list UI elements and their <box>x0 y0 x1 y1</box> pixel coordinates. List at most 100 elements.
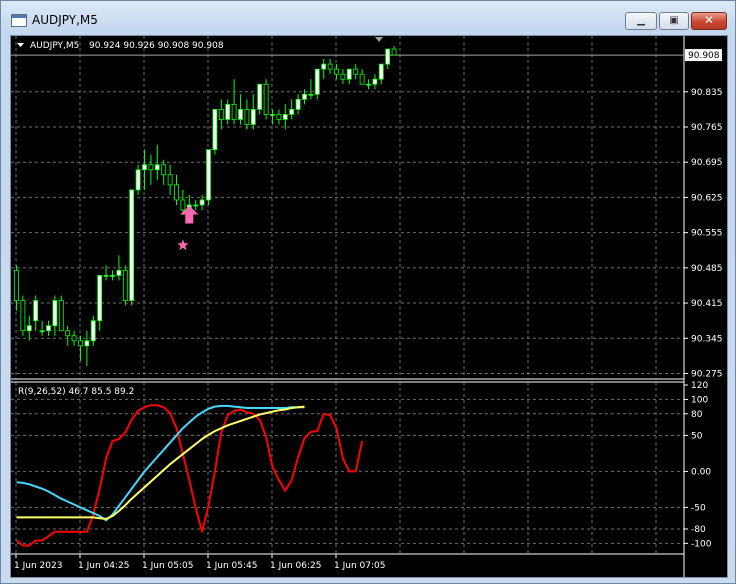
oscillator-tick-label: -100 <box>691 539 712 549</box>
bull-candle <box>39 330 45 333</box>
close-button[interactable]: ✕ <box>691 12 727 30</box>
bear-candle <box>14 269 19 301</box>
bull-candle <box>372 78 378 85</box>
bull-candle <box>378 63 384 80</box>
bull-candle <box>282 114 288 120</box>
bull-candle <box>346 68 352 80</box>
bear-candle <box>244 108 250 125</box>
bull-candle <box>289 108 295 115</box>
last-price-value: 90.908 <box>688 51 720 61</box>
price-tick-label: 90.275 <box>691 369 723 379</box>
bull-candle <box>33 300 39 322</box>
oscillator-tick-label: 80 <box>691 410 703 420</box>
time-tick-label: 1 Jun 06:25 <box>270 561 321 571</box>
time-tick-label: 1 Jun 05:05 <box>142 561 193 571</box>
bull-candle <box>302 93 307 100</box>
oscillator-tick-label: -80 <box>691 525 706 535</box>
maximize-icon: ▣ <box>669 15 679 26</box>
price-tick-label: 90.345 <box>691 334 723 344</box>
time-tick-label: 1 Jun 04:25 <box>78 561 129 571</box>
bear-candle <box>58 300 64 332</box>
oscillator-tick-label: 0.00 <box>691 467 711 477</box>
bull-candle <box>154 164 160 171</box>
bear-candle <box>20 300 26 332</box>
bull-candle <box>212 108 218 151</box>
signals <box>177 205 199 251</box>
bull-candle <box>238 108 243 120</box>
minimize-icon: ▁ <box>637 15 645 26</box>
bull-candle <box>52 300 58 327</box>
bear-candle <box>78 340 83 347</box>
bull-candle <box>250 108 256 125</box>
time-tick-label: 1 Jun 05:45 <box>206 561 257 571</box>
bull-candle <box>142 164 147 171</box>
window-title: AUDJPY,M5 <box>32 13 98 27</box>
bull-candle <box>308 93 314 96</box>
indicator-label: R(9,26,52) 46.7 85.5 89.2 <box>18 387 134 397</box>
bull-candle <box>97 274 103 322</box>
oscillator-tick-label: -50 <box>691 503 706 513</box>
bear-candle <box>263 83 269 115</box>
bull-candle <box>257 83 263 110</box>
price-tick-label: 90.555 <box>691 229 723 239</box>
price-tick-label: 90.485 <box>691 264 723 274</box>
candles <box>14 46 397 366</box>
bear-candle <box>161 164 167 176</box>
bull-candle <box>199 199 205 206</box>
chart-shift-marker[interactable] <box>375 37 383 42</box>
bull-candle <box>225 103 231 120</box>
symbol-dropdown-icon[interactable] <box>17 43 24 47</box>
bear-candle <box>334 68 339 75</box>
bull-candle <box>193 204 199 207</box>
time-axis-labels: 1 Jun 2023 1 Jun 04:25 1 Jun 05:05 1 Jun 05… <box>14 554 385 571</box>
bull-candle <box>26 325 32 332</box>
bear-candle <box>391 48 397 56</box>
bull-candle <box>46 325 51 332</box>
bear-candle <box>231 103 237 120</box>
price-tick-label: 90.835 <box>691 88 723 98</box>
symbol-label: AUDJPY,M5 <box>30 41 79 51</box>
bull-candle <box>270 114 275 116</box>
oscillator-tick-label: 50 <box>691 431 703 441</box>
ohlc-values: 90.924 90.926 90.908 90.908 <box>89 41 224 51</box>
bear-candle <box>71 335 77 342</box>
price-tick-label: 90.765 <box>691 123 723 133</box>
bull-candle <box>385 48 391 65</box>
price-tick-label: 90.695 <box>691 158 723 168</box>
bull-candle <box>110 274 115 277</box>
oscillator-lines <box>15 404 364 547</box>
bear-candle <box>327 63 333 70</box>
title-bar[interactable]: AUDJPY,M5 ▁ ▣ ✕ <box>1 1 735 35</box>
bear-candle <box>65 330 71 337</box>
star-icon <box>177 239 189 251</box>
price-grid <box>11 36 684 379</box>
bull-candle <box>84 340 90 347</box>
chart-canvas[interactable]: 90.835 90.765 90.695 90.625 90.555 90.485 90.4… <box>11 36 727 577</box>
bull-candle <box>295 98 301 110</box>
time-tick-label: 1 Jun 2023 <box>14 561 62 571</box>
bear-candle <box>180 199 186 211</box>
minimize-button[interactable]: ▁ <box>625 12 657 30</box>
bear-candle <box>148 164 154 171</box>
oscillator-tick-label: 100 <box>691 395 708 405</box>
bear-candle <box>218 108 224 120</box>
oscillator-tick-label: 120 <box>691 381 708 391</box>
bear-candle <box>276 114 282 120</box>
chart-window-icon <box>11 14 27 27</box>
bull-candle <box>129 189 135 301</box>
bull-candle <box>116 269 122 276</box>
time-tick-label: 1 Jun 07:05 <box>334 561 385 571</box>
maximize-button[interactable]: ▣ <box>659 12 689 30</box>
price-tick-label: 90.415 <box>691 299 723 309</box>
bull-candle <box>206 149 211 201</box>
chart-area[interactable]: 90.835 90.765 90.695 90.625 90.555 90.485 90.4… <box>10 35 728 578</box>
bull-candle <box>314 68 320 95</box>
bear-candle <box>359 73 365 85</box>
price-tick-label: 90.625 <box>691 193 723 203</box>
bull-candle <box>90 320 96 342</box>
bull-candle <box>366 83 371 86</box>
terminal-window: AUDJPY,M5 ▁ ▣ ✕ 90.835 90.765 90.695 90.625… <box>0 0 736 584</box>
bear-candle <box>353 68 359 75</box>
oscillator-axis-labels: 120 100 80 50 0.00 -50 -80 -100 <box>684 381 712 549</box>
bear-candle <box>122 269 128 301</box>
